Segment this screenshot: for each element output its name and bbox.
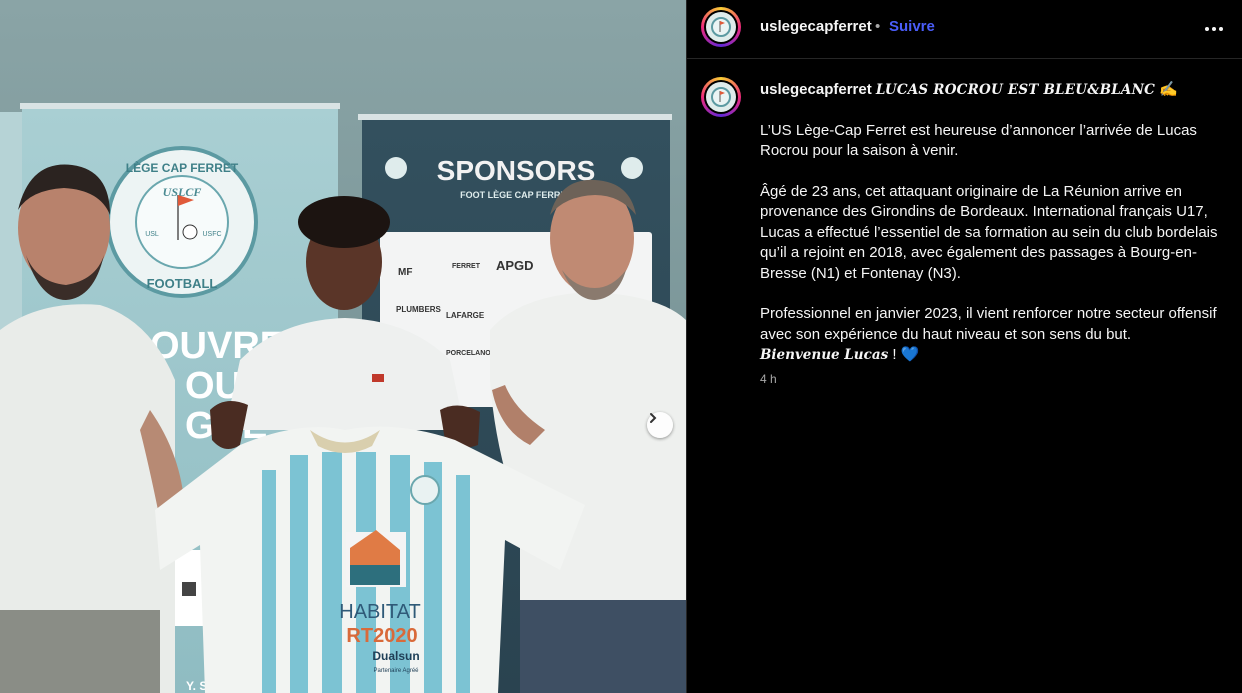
svg-text:MF: MF [398, 267, 412, 278]
next-photo-button[interactable] [647, 412, 673, 438]
writing-hand-emoji: ✍️ [1159, 81, 1178, 98]
caption-username[interactable]: uslegecapferret [760, 81, 872, 98]
svg-text:FOOT LÈGE CAP FERRET: FOOT LÈGE CAP FERRET [460, 190, 572, 200]
caption-paragraph-3: Professionnel en janvier 2023, il vient … [760, 305, 1217, 343]
post-media[interactable]: LÈGE CAP FERRET USLCF USL USFC FOOTBALL … [0, 0, 686, 693]
svg-text:LAFARGE: LAFARGE [446, 311, 485, 320]
svg-text:Partenaire Agréé: Partenaire Agréé [373, 668, 419, 674]
club-logo-icon [706, 82, 736, 112]
caption-closing-emphasis: Bienvenue Lucas [760, 347, 889, 363]
svg-text:SPONSORS: SPONSORS [437, 155, 596, 186]
caption-closing-rest: ! 💙 [888, 346, 920, 363]
post-side-panel: uslegecapferret • Suivre uslegecapferret… [687, 0, 1242, 693]
caption-title: LUCAS ROCROU EST BLEU&BLANC [875, 82, 1156, 98]
svg-text:LÈGE CAP FERRET: LÈGE CAP FERRET [126, 160, 239, 175]
more-horizontal-icon [1204, 19, 1224, 37]
post-header: uslegecapferret • Suivre [687, 0, 1242, 59]
post-timestamp[interactable]: 4 h [760, 372, 777, 386]
svg-text:HABITAT: HABITAT [339, 601, 420, 623]
svg-text:FOOTBALL: FOOTBALL [147, 276, 218, 291]
header-username[interactable]: uslegecapferret [760, 18, 872, 35]
more-options-button[interactable] [1202, 16, 1226, 40]
caption-paragraph-1: L’US Lège-Cap Ferret est heureuse d’anno… [760, 121, 1197, 160]
svg-text:USFC: USFC [202, 231, 221, 238]
caption-paragraph-2: Âgé de 23 ans, cet attaquant originaire … [760, 182, 1218, 282]
avatar[interactable] [701, 7, 741, 47]
post-caption: uslegecapferret LUCAS ROCROU EST BLEU&BL… [760, 80, 1220, 366]
club-logo-icon [706, 12, 736, 42]
caption-avatar[interactable] [701, 77, 741, 117]
follow-button[interactable]: Suivre [889, 18, 935, 35]
post-photo: LÈGE CAP FERRET USLCF USL USFC FOOTBALL … [0, 0, 686, 693]
svg-text:FERRET: FERRET [452, 263, 481, 270]
header-separator: • [875, 18, 881, 35]
club-crest: LÈGE CAP FERRET USLCF USL USFC FOOTBALL [106, 146, 258, 298]
svg-text:APGD: APGD [496, 258, 534, 273]
svg-text:RT2020: RT2020 [346, 625, 417, 647]
svg-text:PLUMBERS: PLUMBERS [396, 305, 442, 314]
svg-text:USL: USL [145, 231, 159, 238]
svg-text:Dualsun: Dualsun [372, 649, 419, 663]
